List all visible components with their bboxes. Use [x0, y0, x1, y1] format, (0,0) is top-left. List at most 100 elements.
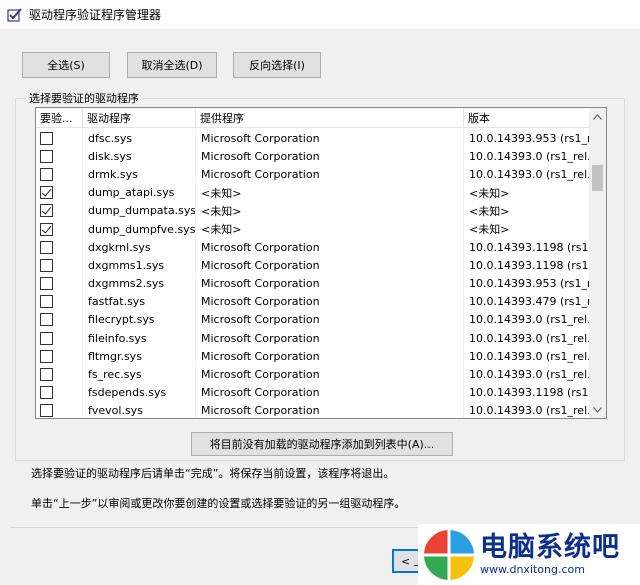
column-header-version[interactable]: 版本	[464, 108, 591, 128]
provider-cell: Microsoft Corporation	[196, 147, 464, 166]
vertical-scrollbar[interactable]	[589, 108, 606, 418]
version-cell: 10.0.14393.1198 (rs1...	[464, 238, 591, 257]
verify-cell	[36, 183, 83, 202]
verify-cell	[36, 347, 83, 366]
verify-checkbox[interactable]	[40, 404, 53, 418]
dialog-client: 全选(S) 取消全选(D) 反向选择(I) 选择要验证的驱动程序 要验... 驱…	[0, 29, 640, 585]
verify-cell	[36, 329, 83, 348]
provider-cell: Microsoft Corporation	[196, 310, 464, 329]
driver-list[interactable]: 要验... 驱动程序 提供程序 版本 dfsc.sys Microsoft Cor…	[35, 107, 607, 419]
verify-cell	[36, 365, 83, 384]
provider-cell: Microsoft Corporation	[196, 165, 464, 184]
list-header: 要验... 驱动程序 提供程序 版本	[36, 108, 591, 128]
scroll-up-icon[interactable]	[589, 108, 606, 125]
verify-cell	[36, 256, 83, 275]
windows-logo-icon	[422, 527, 476, 582]
table-row[interactable]: filecrypt.sys Microsoft Corporation 10.0.1…	[36, 310, 591, 329]
scroll-down-icon[interactable]	[589, 401, 606, 418]
driver-cell: fsdepends.sys	[83, 383, 196, 402]
verify-checkbox[interactable]	[40, 131, 53, 145]
version-cell: 10.0.14393.0 (rs1_rel...	[464, 401, 591, 418]
verify-checkbox[interactable]	[40, 222, 53, 236]
driver-cell: dxgmms2.sys	[83, 274, 196, 293]
verify-checkbox[interactable]	[40, 313, 53, 327]
info-text-back: 单击“上一步”以审阅或更改你要创建的设置或选择要验证的另一组驱动程序。	[31, 497, 406, 510]
table-row[interactable]: drmk.sys Microsoft Corporation 10.0.14393.…	[36, 165, 591, 184]
provider-cell: Microsoft Corporation	[196, 274, 464, 293]
version-cell: 10.0.14393.0 (rs1_rel...	[464, 310, 591, 329]
watermark: 电脑系统吧 www.dnxitong.com	[418, 524, 640, 585]
driver-cell: fileinfo.sys	[83, 329, 196, 348]
table-row[interactable]: dump_atapi.sys <未知> <未知>	[36, 183, 591, 202]
column-header-driver[interactable]: 驱动程序	[83, 108, 196, 128]
verify-checkbox[interactable]	[40, 295, 53, 309]
verify-checkbox[interactable]	[40, 386, 53, 400]
column-header-provider[interactable]: 提供程序	[196, 108, 464, 128]
version-cell: 10.0.14393.0 (rs1_rel...	[464, 165, 591, 184]
driver-cell: filecrypt.sys	[83, 310, 196, 329]
add-unloaded-drivers-button[interactable]: 将目前没有加载的驱动程序添加到列表中(A)...	[191, 432, 453, 456]
table-row[interactable]: fvevol.sys Microsoft Corporation 10.0.1439…	[36, 401, 591, 418]
driver-cell: fltmgr.sys	[83, 347, 196, 366]
provider-cell: <未知>	[196, 201, 464, 220]
table-row[interactable]: dump_dumpata.sys <未知> <未知>	[36, 201, 591, 220]
title-bar: 驱动程序验证程序管理器	[0, 0, 640, 29]
verify-cell	[36, 401, 83, 418]
version-cell: 10.0.14393.0 (rs1_rel...	[464, 329, 591, 348]
verify-checkbox[interactable]	[40, 167, 53, 181]
driver-cell: fs_rec.sys	[83, 365, 196, 384]
verify-cell	[36, 201, 83, 220]
verify-checkbox[interactable]	[40, 331, 53, 345]
version-cell: <未知>	[464, 183, 591, 202]
verify-checkbox[interactable]	[40, 204, 53, 218]
provider-cell: Microsoft Corporation	[196, 401, 464, 418]
list-rows: dfsc.sys Microsoft Corporation 10.0.14393.…	[36, 129, 591, 418]
column-header-verify[interactable]: 要验...	[36, 108, 83, 128]
groupbox-label: 选择要验证的驱动程序	[26, 90, 142, 106]
watermark-name: 电脑系统吧	[480, 531, 620, 563]
driver-cell: dxgkrnl.sys	[83, 238, 196, 257]
version-cell: 10.0.14393.479 (rs1_r...	[464, 292, 591, 311]
verify-cell	[36, 274, 83, 293]
driver-cell: dfsc.sys	[83, 129, 196, 148]
table-row[interactable]: disk.sys Microsoft Corporation 10.0.14393.…	[36, 147, 591, 166]
verify-checkbox[interactable]	[40, 277, 53, 291]
driver-cell: dump_dumpfve.sys	[83, 220, 196, 239]
verify-checkbox[interactable]	[40, 368, 53, 382]
table-row[interactable]: dfsc.sys Microsoft Corporation 10.0.14393.…	[36, 129, 591, 148]
verify-checkbox[interactable]	[40, 258, 53, 272]
table-row[interactable]: fileinfo.sys Microsoft Corporation 10.0.14…	[36, 329, 591, 348]
provider-cell: Microsoft Corporation	[196, 329, 464, 348]
scroll-thumb[interactable]	[592, 165, 603, 191]
info-text-finish: 选择要验证的驱动程序后请单击“完成”。将保存当前设置，该程序将退出。	[31, 467, 395, 480]
window-title: 驱动程序验证程序管理器	[29, 8, 162, 22]
provider-cell: Microsoft Corporation	[196, 383, 464, 402]
table-row[interactable]: fastfat.sys Microsoft Corporation 10.0.143…	[36, 292, 591, 311]
deselect-all-button[interactable]: 取消全选(D)	[127, 52, 217, 78]
table-row[interactable]: dump_dumpfve.sys <未知> <未知>	[36, 220, 591, 239]
verify-checkbox[interactable]	[40, 149, 53, 163]
invert-selection-button[interactable]: 反向选择(I)	[233, 52, 321, 78]
provider-cell: Microsoft Corporation	[196, 256, 464, 275]
checklist-icon	[7, 7, 22, 22]
table-row[interactable]: fs_rec.sys Microsoft Corporation 10.0.1439…	[36, 365, 591, 384]
table-row[interactable]: dxgkrnl.sys Microsoft Corporation 10.0.143…	[36, 238, 591, 257]
table-row[interactable]: dxgmms2.sys Microsoft Corporation 10.0.143…	[36, 274, 591, 293]
verify-checkbox[interactable]	[40, 240, 53, 254]
driver-cell: fvevol.sys	[83, 401, 196, 418]
version-cell: 10.0.14393.953 (rs1_r...	[464, 129, 591, 148]
table-row[interactable]: fsdepends.sys Microsoft Corporation 10.0.1…	[36, 383, 591, 402]
watermark-url: www.dnxitong.com	[480, 562, 585, 576]
provider-cell: Microsoft Corporation	[196, 292, 464, 311]
table-row[interactable]: fltmgr.sys Microsoft Corporation 10.0.1439…	[36, 347, 591, 366]
provider-cell: Microsoft Corporation	[196, 238, 464, 257]
driver-cell: dxgmms1.sys	[83, 256, 196, 275]
select-all-button[interactable]: 全选(S)	[22, 52, 110, 78]
verify-checkbox[interactable]	[40, 349, 53, 363]
driver-cell: dump_dumpata.sys	[83, 201, 196, 220]
version-cell: 10.0.14393.0 (rs1_rel...	[464, 365, 591, 384]
version-cell: 10.0.14393.1198 (rs1...	[464, 383, 591, 402]
verify-checkbox[interactable]	[40, 186, 53, 200]
version-cell: 10.0.14393.953 (rs1_r...	[464, 274, 591, 293]
table-row[interactable]: dxgmms1.sys Microsoft Corporation 10.0.143…	[36, 256, 591, 275]
